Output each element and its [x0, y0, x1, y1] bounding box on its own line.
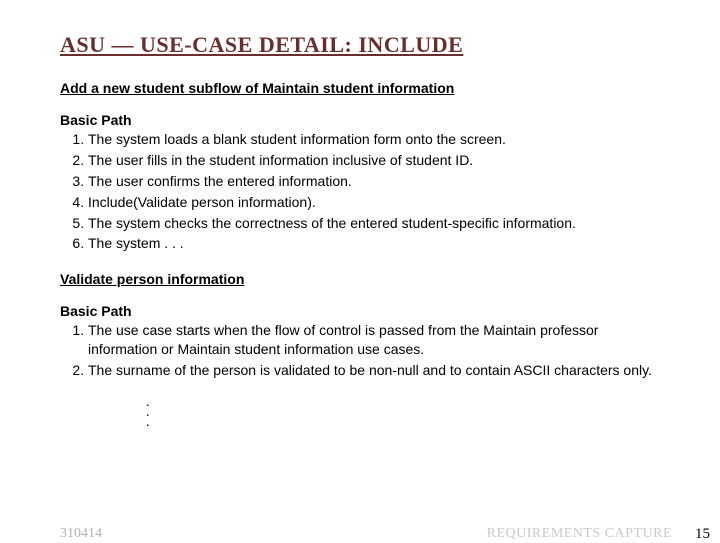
slide-content: ASU — USE-CASE DETAIL: INCLUDE Add a new…	[0, 0, 720, 427]
list-item: Include(Validate person information).	[88, 193, 660, 212]
section1-steps: The system loads a blank student informa…	[60, 130, 660, 253]
section1-path-label: Basic Path	[60, 112, 660, 128]
list-item: The system . . .	[88, 234, 660, 253]
page-number: 15	[695, 526, 710, 543]
section2-path-label: Basic Path	[60, 303, 660, 319]
list-item: The user fills in the student informatio…	[88, 151, 660, 170]
section2-steps: The use case starts when the flow of con…	[60, 321, 660, 380]
slide-title: ASU — USE-CASE DETAIL: INCLUDE	[60, 32, 660, 58]
list-item: The system loads a blank student informa…	[88, 130, 660, 149]
section2-heading: Validate person information	[60, 271, 660, 287]
continuation-dots: . . .	[60, 398, 660, 427]
list-item: The user confirms the entered informatio…	[88, 172, 660, 191]
list-item: The system checks the correctness of the…	[88, 214, 660, 233]
list-item: The use case starts when the flow of con…	[88, 321, 660, 359]
section1-heading: Add a new student subflow of Maintain st…	[60, 80, 660, 96]
list-item: The surname of the person is validated t…	[88, 361, 660, 380]
